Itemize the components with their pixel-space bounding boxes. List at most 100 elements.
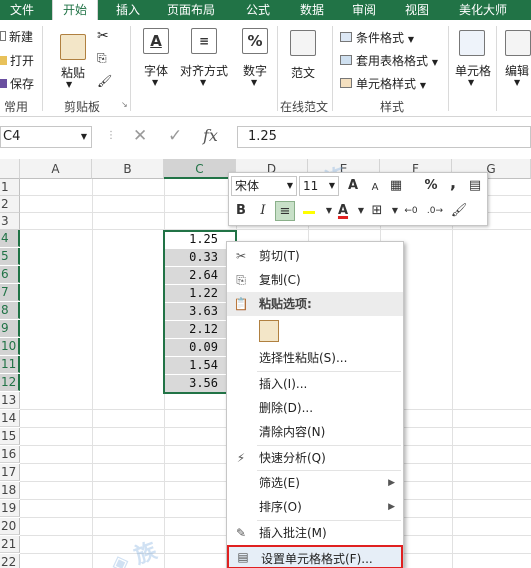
cells-icon[interactable]	[459, 30, 485, 56]
alignment-dropdown-icon[interactable]: ▼	[200, 78, 206, 87]
menu-item-quick-analysis[interactable]: ⚡ 快速分析(Q)	[227, 446, 403, 470]
cancel-icon[interactable]: ✕	[133, 126, 147, 146]
column-header[interactable]: C	[164, 159, 236, 179]
open-button[interactable]: 打开	[0, 52, 34, 69]
borders-icon[interactable]: ⊞	[367, 201, 387, 221]
row-header[interactable]: 18	[0, 482, 20, 499]
menu-item-clear[interactable]: 清除内容(N)	[227, 420, 403, 444]
template-button[interactable]: 范文	[291, 64, 315, 81]
cell-style-button[interactable]: 单元格样式 ▼	[340, 75, 426, 92]
copy-icon[interactable]: ⎘	[97, 51, 107, 66]
edit-icon[interactable]	[505, 30, 531, 56]
tab-beautify[interactable]: 美化大师	[450, 0, 516, 20]
format-painter-icon[interactable]: 🖌	[449, 201, 469, 221]
alignment-button[interactable]: 对齐方式	[180, 62, 228, 79]
conditional-format-button[interactable]: 条件格式 ▼	[340, 29, 414, 46]
bold-button[interactable]: B	[231, 201, 251, 221]
number-dropdown-icon[interactable]: ▼	[251, 78, 257, 87]
row-header[interactable]: 10	[0, 338, 20, 355]
align-center-icon[interactable]: ≡	[275, 201, 295, 221]
insert-function-icon[interactable]: fx	[203, 126, 218, 145]
menu-item-sort[interactable]: 排序(O) ▶	[227, 495, 403, 519]
row-header[interactable]: 17	[0, 464, 20, 481]
menu-item-paste-special[interactable]: 选择性粘贴(S)...	[227, 346, 403, 370]
cells-dropdown-icon[interactable]: ▼	[468, 78, 474, 87]
row-header[interactable]: 4	[0, 230, 20, 247]
tab-file[interactable]: 文件	[0, 0, 44, 20]
increase-decimal-icon[interactable]: ←0	[401, 201, 421, 221]
cut-icon[interactable]: ✂	[97, 28, 109, 44]
tab-page-layout[interactable]: 页面布局	[160, 0, 222, 20]
row-header[interactable]: 9	[0, 320, 20, 337]
format-painter-icon[interactable]: 🖌	[97, 74, 112, 88]
clipboard-launcher-icon[interactable]: ↘	[121, 100, 128, 109]
row-header[interactable]: 8	[0, 302, 20, 319]
tab-insert[interactable]: 插入	[106, 0, 150, 20]
chevron-down-icon[interactable]: ▼	[81, 127, 87, 147]
italic-button[interactable]: I	[253, 201, 273, 221]
percent-style-button[interactable]: %	[421, 176, 441, 196]
row-header[interactable]: 14	[0, 410, 20, 427]
percent-icon[interactable]: %	[242, 28, 268, 54]
table-format-button[interactable]: 套用表格格式 ▼	[340, 52, 438, 69]
row-header[interactable]: 6	[0, 266, 20, 283]
tab-view[interactable]: 视图	[395, 0, 439, 20]
row-header[interactable]: 12	[0, 374, 20, 391]
formula-bar-grip-icon[interactable]: ⋮	[106, 130, 116, 141]
paste-button[interactable]: 粘贴	[61, 64, 85, 81]
row-header[interactable]: 13	[0, 392, 20, 409]
row-header[interactable]: 2	[0, 196, 20, 213]
row-header[interactable]: 1	[0, 179, 20, 196]
font-dropdown-icon[interactable]: ▼	[152, 78, 158, 87]
template-icon[interactable]	[290, 30, 316, 56]
tab-data[interactable]: 数据	[290, 0, 334, 20]
paste-icon[interactable]	[60, 34, 86, 60]
format-table-icon[interactable]: ▤	[465, 176, 485, 196]
menu-item-copy[interactable]: ⎘ 复制(C)	[227, 268, 403, 292]
name-box[interactable]: C4 ▼	[0, 126, 92, 148]
row-header[interactable]: 21	[0, 536, 20, 553]
row-header[interactable]: 15	[0, 428, 20, 445]
tab-home[interactable]: 开始	[52, 0, 98, 21]
menu-item-insert[interactable]: 插入(I)...	[227, 372, 403, 396]
font-name-select[interactable]: 宋体 ▼	[231, 176, 297, 196]
formula-input[interactable]: 1.25	[237, 126, 531, 148]
row-header[interactable]: 5	[0, 248, 20, 265]
grow-font-icon[interactable]: A	[343, 176, 363, 196]
font-button[interactable]: 字体	[144, 62, 168, 79]
font-icon[interactable]: A	[143, 28, 169, 54]
alignment-icon[interactable]: ≡	[191, 28, 217, 54]
column-header[interactable]: B	[92, 159, 164, 179]
number-button[interactable]: 数字	[243, 62, 267, 79]
tab-formulas[interactable]: 公式	[236, 0, 280, 20]
menu-item-insert-comment[interactable]: ✎ 插入批注(M)	[227, 521, 403, 545]
row-header[interactable]: 3	[0, 213, 20, 230]
row-header[interactable]: 22	[0, 554, 20, 568]
row-header[interactable]: 20	[0, 518, 20, 535]
fill-color-icon[interactable]	[299, 201, 319, 221]
edit-dropdown-icon[interactable]: ▼	[514, 78, 520, 87]
font-color-button[interactable]: A	[333, 201, 353, 221]
shrink-font-icon[interactable]: A	[365, 178, 385, 198]
menu-item-delete[interactable]: 删除(D)...	[227, 396, 403, 420]
save-button[interactable]: 保存	[0, 75, 34, 92]
edit-button[interactable]: 编辑	[505, 62, 529, 79]
comma-style-button[interactable]: ,	[443, 173, 463, 193]
cells-button[interactable]: 单元格	[455, 62, 491, 79]
paste-option-button[interactable]	[227, 316, 403, 346]
row-header[interactable]: 7	[0, 284, 20, 301]
select-all-corner[interactable]	[0, 159, 20, 179]
menu-item-cut[interactable]: ✂ 剪切(T)	[227, 244, 403, 268]
new-button[interactable]: 新建	[0, 28, 33, 45]
tab-review[interactable]: 审阅	[342, 0, 386, 20]
confirm-icon[interactable]: ✓	[168, 126, 182, 146]
column-header[interactable]: A	[20, 159, 92, 179]
accounting-format-icon[interactable]: ▦	[386, 176, 406, 196]
paste-dropdown-icon[interactable]: ▼	[66, 80, 72, 89]
menu-item-filter[interactable]: 筛选(E) ▶	[227, 471, 403, 495]
row-header[interactable]: 19	[0, 500, 20, 517]
row-header[interactable]: 11	[0, 356, 20, 373]
decrease-decimal-icon[interactable]: .0→	[425, 201, 445, 221]
font-size-select[interactable]: 11 ▼	[299, 176, 339, 196]
menu-item-format-cells[interactable]: ▤ 设置单元格格式(F)...	[227, 545, 403, 568]
